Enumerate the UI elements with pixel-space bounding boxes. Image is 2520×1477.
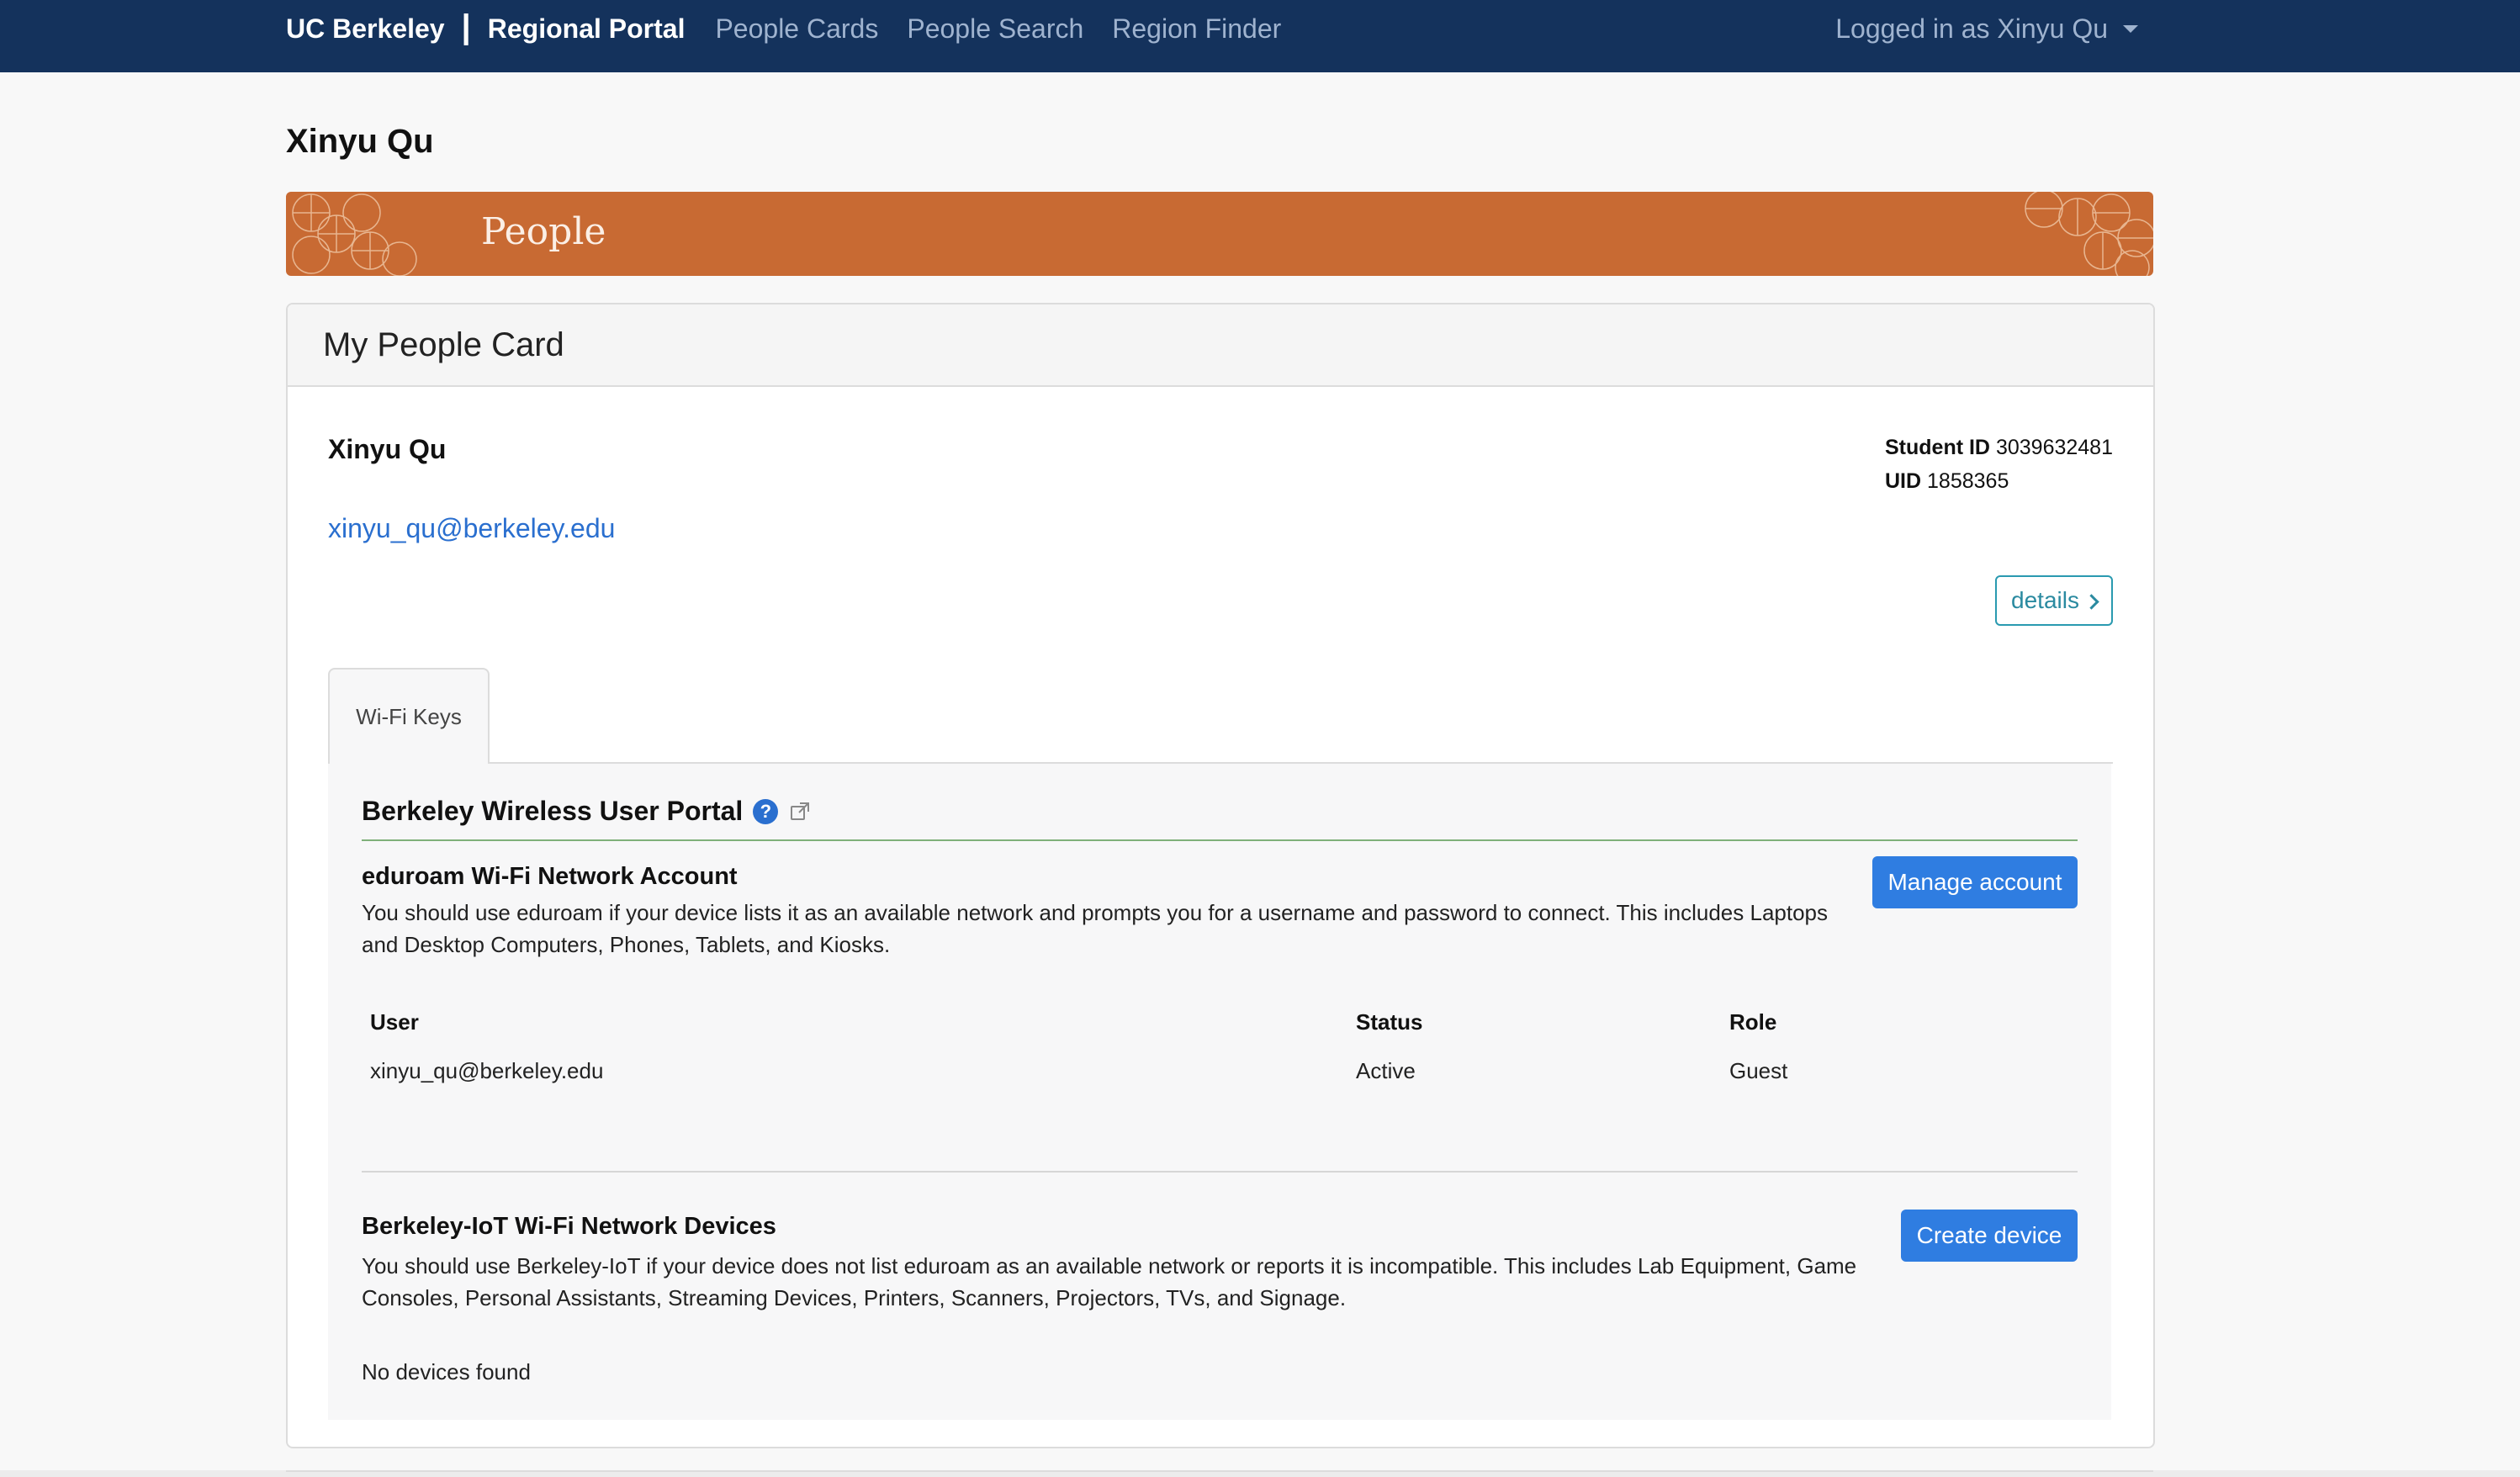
eduroam-title: eduroam Wi-Fi Network Account bbox=[362, 863, 738, 890]
iot-description: You should use Berkeley-IoT if your devi… bbox=[362, 1253, 1857, 1310]
chevron-right-icon bbox=[2083, 593, 2099, 610]
card-header: My People Card bbox=[288, 304, 2153, 387]
wireless-portal-title: Berkeley Wireless User Portal bbox=[362, 796, 744, 826]
details-button-label: details bbox=[2011, 587, 2079, 613]
col-header-user: User bbox=[370, 1009, 419, 1035]
uid-value: 1858365 bbox=[1927, 469, 2009, 493]
person-name: Xinyu Qu bbox=[328, 434, 447, 464]
person-email-link[interactable]: xinyu_qu@berkeley.edu bbox=[328, 513, 615, 544]
tab-wifi-keys[interactable]: Wi-Fi Keys bbox=[328, 668, 490, 764]
people-banner: People bbox=[286, 192, 2153, 276]
col-header-status: Status bbox=[1356, 1009, 1423, 1035]
user-menu-dropdown[interactable]: Logged in as Xinyu Qu bbox=[1835, 0, 2138, 57]
details-button[interactable]: details bbox=[1995, 575, 2113, 626]
nav-link-people-search[interactable]: People Search bbox=[907, 13, 1083, 45]
cell-user: xinyu_qu@berkeley.edu bbox=[370, 1058, 604, 1083]
card-title: My People Card bbox=[323, 326, 564, 363]
uid-label: UID bbox=[1885, 469, 1922, 493]
iot-title: Berkeley-IoT Wi-Fi Network Devices bbox=[362, 1213, 776, 1240]
user-menu-label: Logged in as Xinyu Qu bbox=[1835, 13, 2108, 44]
create-device-button[interactable]: Create device bbox=[1901, 1210, 2078, 1262]
student-id-value: 3039632481 bbox=[1995, 436, 2113, 459]
manage-account-button[interactable]: Manage account bbox=[1872, 856, 2078, 908]
page-title: Xinyu Qu bbox=[286, 123, 434, 160]
caret-down-icon bbox=[2123, 24, 2138, 33]
brand-separator: | bbox=[461, 8, 471, 45]
nav-link-people-cards[interactable]: People Cards bbox=[715, 13, 878, 45]
wifi-keys-panel: Berkeley Wireless User Portal ? eduroam … bbox=[328, 764, 2111, 1420]
brand-uc-berkeley[interactable]: UC Berkeley bbox=[286, 13, 445, 45]
nav-link-region-finder[interactable]: Region Finder bbox=[1112, 13, 1281, 45]
student-id-row: Student ID 3039632481 bbox=[1885, 431, 2113, 464]
external-link-icon[interactable] bbox=[790, 802, 810, 822]
wireless-portal-heading: Berkeley Wireless User Portal ? bbox=[362, 796, 810, 827]
people-card: My People Card Xinyu Qu xinyu_qu@berkele… bbox=[286, 303, 2155, 1448]
cell-status: Active bbox=[1356, 1058, 1416, 1083]
cell-role: Guest bbox=[1729, 1058, 1788, 1083]
help-icon[interactable]: ? bbox=[753, 798, 779, 824]
banner-pattern-left-icon bbox=[292, 193, 417, 276]
next-card-edge bbox=[286, 1470, 2153, 1472]
student-id-label: Student ID bbox=[1885, 436, 1990, 459]
col-header-role: Role bbox=[1729, 1009, 1777, 1035]
id-block: Student ID 3039632481 UID 1858365 bbox=[1885, 431, 2113, 498]
banner-title: People bbox=[481, 210, 606, 253]
uid-row: UID 1858365 bbox=[1885, 464, 2113, 498]
section-divider bbox=[362, 1171, 2078, 1173]
heading-underline bbox=[362, 839, 2078, 841]
no-devices-message: No devices found bbox=[362, 1359, 531, 1384]
top-navbar: UC Berkeley | Regional Portal People Car… bbox=[0, 0, 2520, 72]
brand-regional-portal[interactable]: Regional Portal bbox=[488, 13, 686, 45]
eduroam-description: You should use eduroam if your device li… bbox=[362, 900, 1829, 957]
banner-pattern-right-icon bbox=[2025, 192, 2153, 276]
